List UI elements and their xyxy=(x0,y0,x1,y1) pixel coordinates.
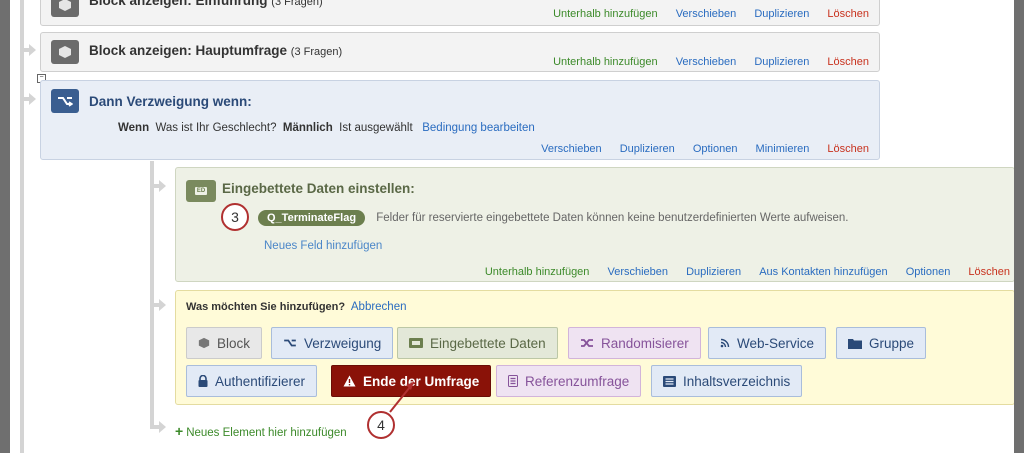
add-below-link[interactable]: Unterhalb hinzufügen xyxy=(485,266,590,278)
add-web-service-button[interactable]: Web-Service xyxy=(708,327,827,359)
delete-link[interactable]: Löschen xyxy=(827,8,869,20)
minimize-link[interactable]: Minimieren xyxy=(756,143,810,155)
branch-condition: Wenn Was ist Ihr Geschlecht? Männlich Is… xyxy=(118,122,535,134)
flow-arrow-main-block xyxy=(29,44,36,56)
branch-title: Dann Verzweigung wenn: xyxy=(89,94,252,109)
flow-line-main xyxy=(20,0,24,453)
block-main-actions: Unterhalb hinzufügen Verschieben Duplizi… xyxy=(538,56,869,68)
add-element-panel: Was möchten Sie hinzufügen? Abbrechen Bl… xyxy=(175,290,1014,405)
block-icon xyxy=(198,337,210,349)
step-marker-3: 3 xyxy=(221,203,249,231)
add-authenticator-button[interactable]: Authentifizierer xyxy=(186,365,318,397)
block-intro-actions: Unterhalb hinzufügen Verschieben Duplizi… xyxy=(538,8,869,20)
delete-link[interactable]: Löschen xyxy=(968,266,1010,278)
move-link[interactable]: Verschieben xyxy=(676,8,737,20)
flow-arrow-branch xyxy=(29,93,36,105)
delete-link[interactable]: Löschen xyxy=(827,56,869,68)
rss-icon xyxy=(720,338,730,348)
cancel-link[interactable]: Abbrechen xyxy=(351,301,407,313)
add-panel-header: Was möchten Sie hinzufügen? Abbrechen xyxy=(186,301,407,313)
options-link[interactable]: Optionen xyxy=(693,143,738,155)
warning-icon xyxy=(343,375,356,387)
flow-arrow-add-panel xyxy=(159,299,166,311)
condition-state: Ist ausgewählt xyxy=(339,122,413,134)
block-icon xyxy=(51,40,79,64)
condition-if: Wenn xyxy=(118,122,150,134)
block-main: Block anzeigen: Hauptumfrage (3 Fragen) … xyxy=(40,32,880,72)
edit-condition-link[interactable]: Bedingung bearbeiten xyxy=(422,122,535,134)
add-below-link[interactable]: Unterhalb hinzufügen xyxy=(553,56,658,68)
condition-answer: Männlich xyxy=(282,122,333,134)
duplicate-link[interactable]: Duplizieren xyxy=(754,8,809,20)
add-reference-survey-button[interactable]: Referenzumfrage xyxy=(496,365,642,397)
document-list-icon xyxy=(508,375,518,387)
embedded-data-title: Eingebettete Daten einstellen: xyxy=(222,181,415,196)
move-link[interactable]: Verschieben xyxy=(607,266,668,278)
branch-element: Dann Verzweigung wenn: Wenn Was ist Ihr … xyxy=(40,80,880,160)
lock-icon xyxy=(198,375,208,387)
list-icon xyxy=(663,375,676,387)
shuffle-icon xyxy=(580,338,594,348)
move-link[interactable]: Verschieben xyxy=(541,143,602,155)
branch-icon xyxy=(51,89,79,113)
flow-arrow-embedded xyxy=(159,180,166,192)
add-randomizer-button[interactable]: Randomisierer xyxy=(568,327,701,359)
embedded-field-row: Q_TerminateFlag Felder für reservierte e… xyxy=(258,210,848,226)
add-embedded-data-button[interactable]: Eingebettete Daten xyxy=(397,327,558,359)
add-table-of-contents-button[interactable]: Inhaltsverzeichnis xyxy=(651,365,803,397)
embedded-data-icon: ED xyxy=(186,180,216,202)
block-intro-title: Block anzeigen: Einführung (3 Fragen) xyxy=(89,0,323,8)
block-main-title: Block anzeigen: Hauptumfrage (3 Fragen) xyxy=(89,43,343,58)
add-group-button[interactable]: Gruppe xyxy=(836,327,927,359)
add-below-link[interactable]: Unterhalb hinzufügen xyxy=(553,8,658,20)
plus-icon: + xyxy=(175,423,184,439)
branch-actions: Verschieben Duplizieren Optionen Minimie… xyxy=(526,143,869,155)
add-from-contacts-link[interactable]: Aus Kontakten hinzufügen xyxy=(759,266,887,278)
embedded-data-element: ED Eingebettete Daten einstellen: Q_Term… xyxy=(175,167,1014,282)
embedded-field-name[interactable]: Q_TerminateFlag xyxy=(258,210,366,226)
add-panel-question: Was möchten Sie hinzufügen? xyxy=(186,301,346,313)
add-block-button[interactable]: Block xyxy=(186,327,263,359)
flow-line-branch xyxy=(150,161,154,427)
branch-icon xyxy=(283,338,297,348)
block-intro: Block anzeigen: Einführung (3 Fragen) Un… xyxy=(40,0,880,26)
delete-link[interactable]: Löschen xyxy=(827,143,869,155)
new-element-link[interactable]: + Neues Element hier hinzufügen xyxy=(175,423,347,439)
embedded-actions: Unterhalb hinzufügen Verschieben Duplizi… xyxy=(470,266,1010,278)
add-field-link[interactable]: Neues Feld hinzufügen xyxy=(264,240,382,252)
flow-arrow-new-element xyxy=(159,421,166,433)
embedded-data-icon xyxy=(409,338,423,348)
folder-icon xyxy=(848,338,862,349)
options-link[interactable]: Optionen xyxy=(906,266,951,278)
duplicate-link[interactable]: Duplizieren xyxy=(686,266,741,278)
move-link[interactable]: Verschieben xyxy=(676,56,737,68)
add-branch-button[interactable]: Verzweigung xyxy=(271,327,394,359)
embedded-field-warning: Felder für reservierte eingebettete Date… xyxy=(376,212,849,224)
duplicate-link[interactable]: Duplizieren xyxy=(754,56,809,68)
step-marker-4: 4 xyxy=(367,411,395,439)
duplicate-link[interactable]: Duplizieren xyxy=(620,143,675,155)
condition-question: Was ist Ihr Geschlecht? xyxy=(155,122,277,134)
survey-flow-canvas: Block anzeigen: Einführung (3 Fragen) Un… xyxy=(10,0,1014,453)
block-icon xyxy=(51,0,79,17)
